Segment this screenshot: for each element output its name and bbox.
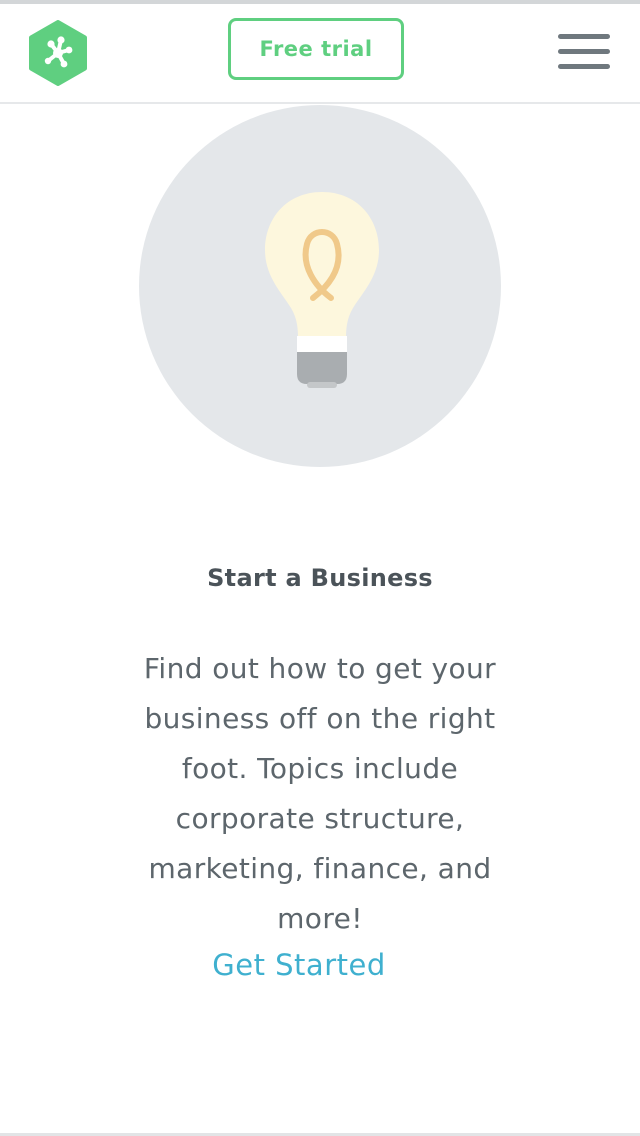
hamburger-menu-icon[interactable] [558,34,610,70]
menu-bar-middle [558,49,610,54]
section-description: Find out how to get your business off on… [143,652,497,935]
menu-bar-top [558,34,610,39]
treehouse-logo-icon [29,20,87,86]
logo-link[interactable] [28,20,88,86]
free-trial-button[interactable]: Free trial [228,18,404,80]
menu-bar-bottom [558,64,610,69]
get-started-link[interactable]: Get Started [0,948,598,982]
lightbulb-icon [265,192,379,388]
site-header: Free trial [0,4,640,104]
section-title: Start a Business [207,564,433,593]
